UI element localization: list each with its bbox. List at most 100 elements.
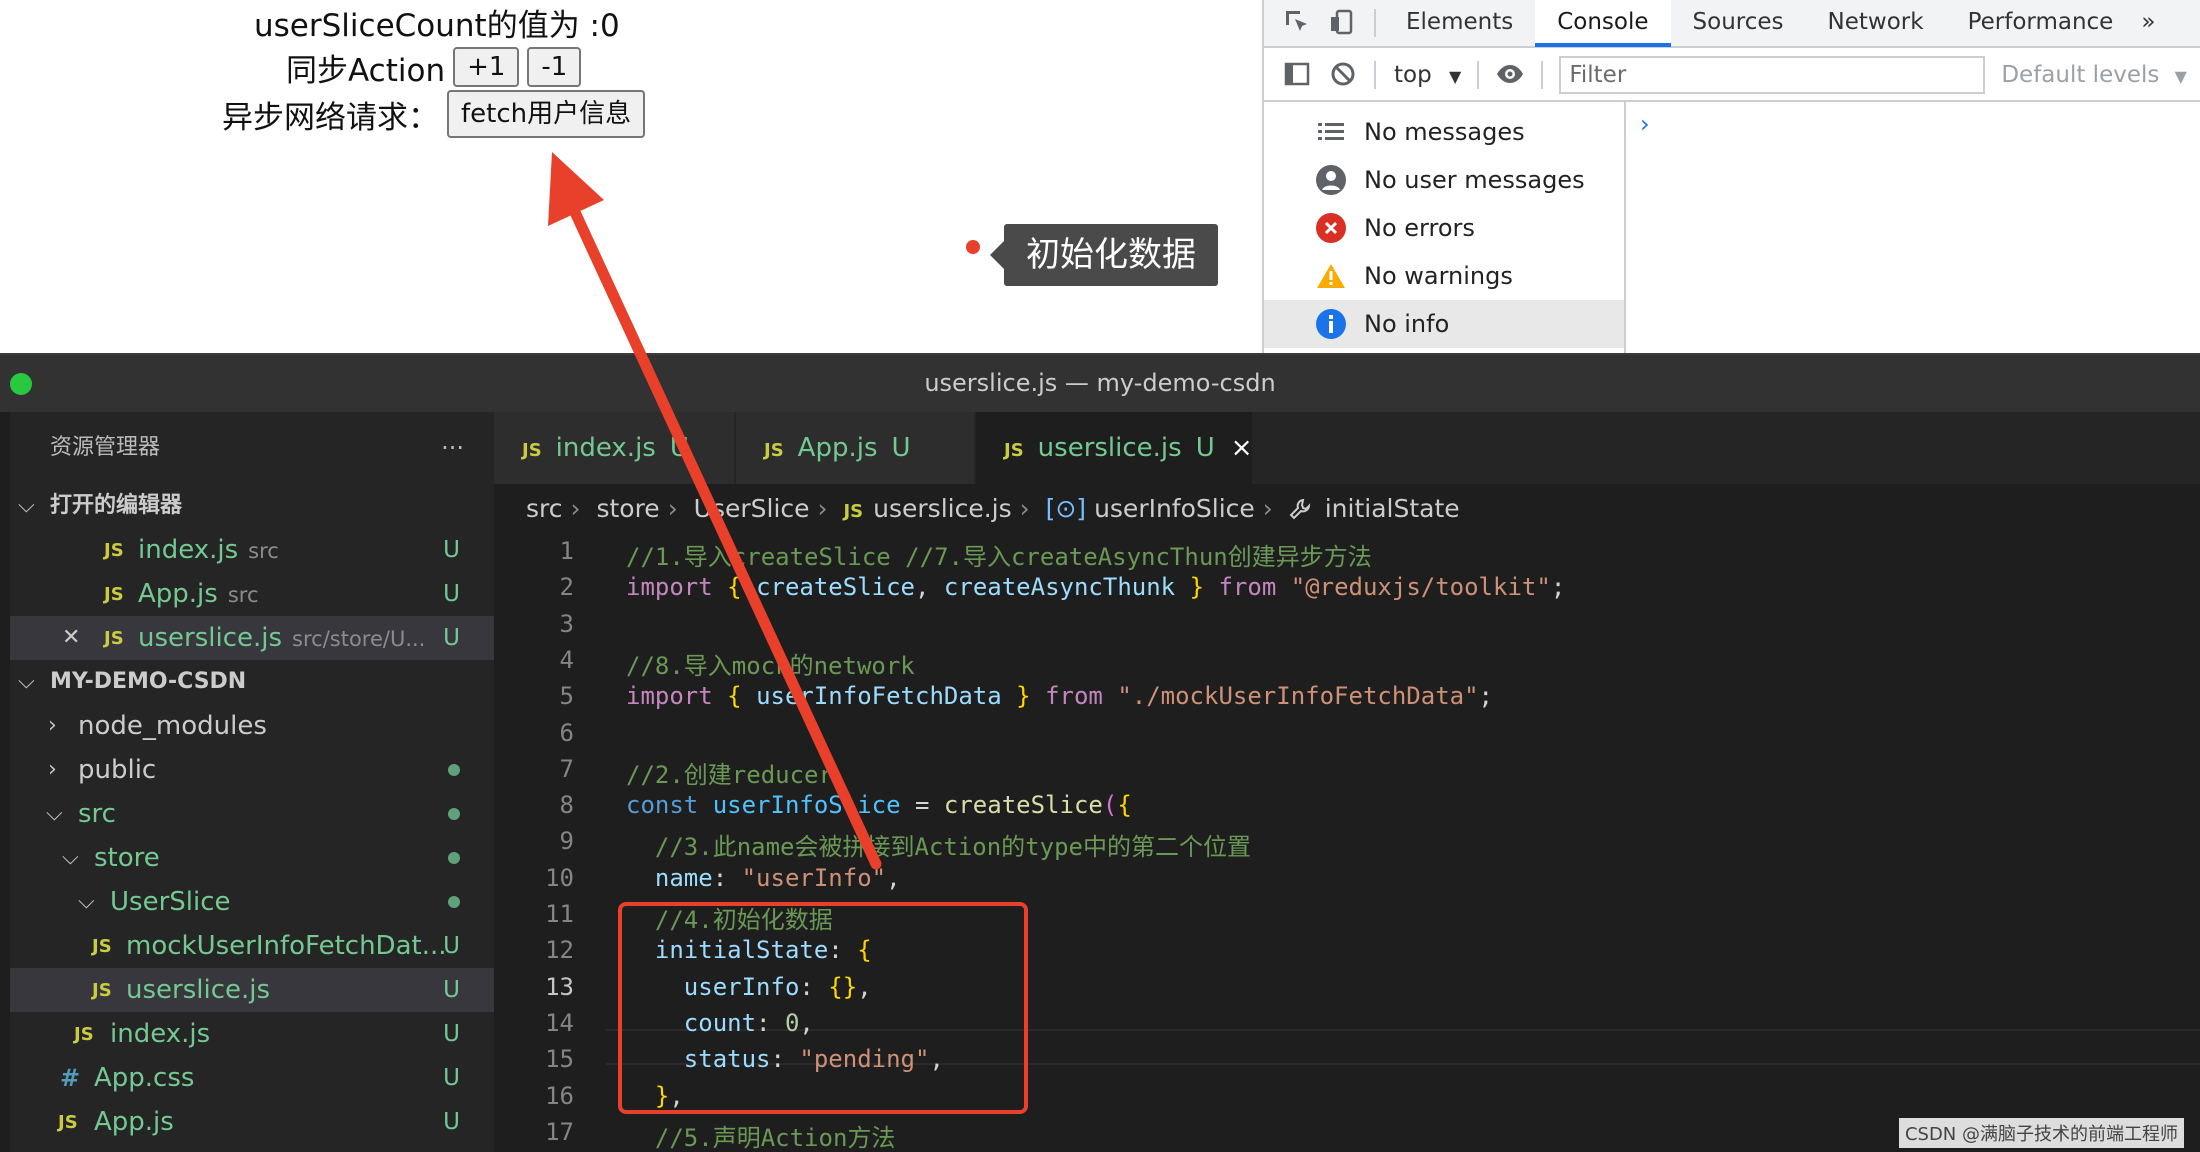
folder-name: node_modules <box>78 711 267 741</box>
folder-name: public <box>78 755 157 785</box>
console-toolbar: top ▼ Filter Default levels ▼ <box>1264 50 2200 102</box>
decrement-button[interactable]: -1 <box>527 47 582 87</box>
filter-input[interactable]: Filter <box>1559 56 1986 94</box>
tree-folder[interactable]: ⌵ src <box>10 792 494 836</box>
info-icon <box>1316 309 1346 339</box>
line-number: 15 <box>545 1045 574 1074</box>
tab-performance[interactable]: Performance <box>1946 0 2136 47</box>
log-levels-label: Default levels <box>2001 62 2160 88</box>
line-number: 6 <box>559 718 574 747</box>
sidebar-item-info[interactable]: No info <box>1264 300 1624 348</box>
code-line[interactable]: const userInfoSlice = createSlice({ <box>626 791 1132 819</box>
line-number: 7 <box>559 754 574 783</box>
js-file-icon: JS <box>104 540 124 561</box>
open-editor-item[interactable]: JS index.js src U <box>10 528 494 572</box>
breadcrumb-item[interactable]: UserSlice <box>694 494 810 523</box>
tree-file[interactable]: # App.css U <box>10 1056 494 1100</box>
code-line[interactable]: name: "userInfo", <box>626 864 901 892</box>
close-icon[interactable]: × <box>1231 433 1253 463</box>
tree-folder[interactable]: ⌵ store <box>10 836 494 880</box>
tab-elements[interactable]: Elements <box>1384 0 1535 47</box>
device-toolbar-icon[interactable] <box>1328 8 1358 38</box>
js-file-icon: JS <box>764 440 784 461</box>
open-editors-header[interactable]: ⌵ 打开的编辑器 <box>10 484 494 528</box>
sidebar-item-errors[interactable]: No errors <box>1264 204 1624 252</box>
inspect-icon[interactable] <box>1282 8 1312 38</box>
code-line[interactable]: //1.导入createSlice //7.导入createAsyncThun创… <box>626 537 1372 572</box>
toolbar-separator <box>1541 61 1544 89</box>
tree-folder[interactable]: › node_modules <box>10 704 494 748</box>
tree-file[interactable]: JS mockUserInfoFetchDat... U <box>10 924 494 968</box>
highlight-box <box>618 902 1028 1114</box>
tree-folder[interactable]: › public <box>10 748 494 792</box>
chevron-right-icon: › <box>48 757 57 782</box>
more-tabs-icon[interactable]: » <box>2135 0 2161 47</box>
tab-network[interactable]: Network <box>1806 0 1946 47</box>
breadcrumb-item[interactable]: userslice.js <box>873 494 1012 523</box>
context-select[interactable]: top ▼ <box>1394 62 1461 88</box>
folder-name: store <box>94 843 160 873</box>
tree-file-active[interactable]: JS userslice.js U <box>10 968 494 1012</box>
breadcrumb-item[interactable]: userInfoSlice <box>1094 494 1255 523</box>
open-editor-item[interactable]: JS App.js src U <box>10 572 494 616</box>
clear-console-icon[interactable] <box>1328 60 1358 90</box>
tab-app-js[interactable]: JS App.js U <box>736 412 976 484</box>
tooltip-dot <box>966 240 980 254</box>
error-icon <box>1316 213 1346 243</box>
window-maximize-button[interactable] <box>10 373 32 395</box>
js-file-icon: JS <box>1004 440 1024 461</box>
increment-button[interactable]: +1 <box>453 47 520 87</box>
line-number: 16 <box>545 1081 574 1110</box>
code-line[interactable]: import { userInfoFetchData } from "./moc… <box>626 682 1493 710</box>
eye-icon[interactable] <box>1495 60 1525 90</box>
file-name: App.css <box>94 1063 195 1093</box>
chevron-right-icon: › <box>667 494 678 523</box>
async-row: 异步网络请求： fetch用户信息 <box>222 88 646 140</box>
fetch-user-button[interactable]: fetch用户信息 <box>447 90 646 138</box>
file-name: index.js <box>110 1019 211 1049</box>
open-editor-item-active[interactable]: ✕ JS userslice.js src/store/U... U <box>10 616 494 660</box>
editor-tabbar: JS index.js U JS App.js U JS userslice.js U × <box>494 412 2200 484</box>
tab-console[interactable]: Console <box>1535 0 1671 47</box>
sidebar-toggle-icon[interactable] <box>1282 60 1312 90</box>
info-label: No info <box>1364 310 1450 338</box>
sidebar-item-warnings[interactable]: No warnings <box>1264 252 1624 300</box>
code-line[interactable]: //2.创建reducer <box>626 755 833 790</box>
code-line[interactable]: //8.导入mock的network <box>626 646 915 681</box>
tree-file[interactable]: JS App.js U <box>10 1100 494 1144</box>
project-header[interactable]: ⌵ MY-DEMO-CSDN <box>10 660 494 704</box>
tree-file[interactable]: JS index.js U <box>10 1012 494 1056</box>
chevron-right-icon: › <box>570 494 581 523</box>
annotation-tooltip: 初始化数据 <box>990 224 1218 286</box>
breadcrumb-item[interactable]: src <box>526 494 563 523</box>
sync-label: 同步Action <box>286 52 446 89</box>
tab-index-js[interactable]: JS index.js U <box>494 412 736 484</box>
breadcrumb: src › store › UserSlice › JS userslice.js › [… <box>526 484 1460 534</box>
js-file-icon: JS <box>104 628 124 649</box>
context-value: top <box>1394 62 1432 88</box>
list-icon <box>1316 117 1346 147</box>
chevron-down-icon: ▼ <box>1449 67 1462 86</box>
tree-folder[interactable]: ⌵ UserSlice <box>10 880 494 924</box>
user-messages-label: No user messages <box>1364 166 1585 194</box>
tab-sources[interactable]: Sources <box>1671 0 1806 47</box>
code-line[interactable]: //5.声明Action方法 <box>626 1118 896 1152</box>
chevron-down-icon: ▼ <box>2174 67 2187 86</box>
breadcrumb-item[interactable]: store <box>596 494 659 523</box>
breadcrumb-item[interactable]: initialState <box>1325 494 1460 523</box>
log-levels-select[interactable]: Default levels ▼ <box>2001 62 2187 88</box>
more-actions-icon[interactable]: ··· <box>441 412 464 484</box>
sidebar-item-messages[interactable]: No messages <box>1264 108 1624 156</box>
sidebar-item-user-messages[interactable]: No user messages <box>1264 156 1624 204</box>
file-name: userslice.js <box>126 975 271 1005</box>
user-icon <box>1316 165 1346 195</box>
js-file-icon: JS <box>843 501 864 522</box>
close-icon[interactable]: ✕ <box>62 616 80 660</box>
code-line[interactable]: //3.此name会被拼接到Action的type中的第二个位置 <box>626 827 1251 862</box>
tab-userslice-js[interactable]: JS userslice.js U × <box>976 412 1254 484</box>
console-prompt-icon[interactable]: › <box>1640 110 1650 138</box>
code-line[interactable]: import { createSlice, createAsyncThunk }… <box>626 573 1565 601</box>
chevron-right-icon: › <box>1262 494 1273 523</box>
untracked-badge: U <box>443 625 460 651</box>
chevron-right-icon: › <box>48 713 57 738</box>
